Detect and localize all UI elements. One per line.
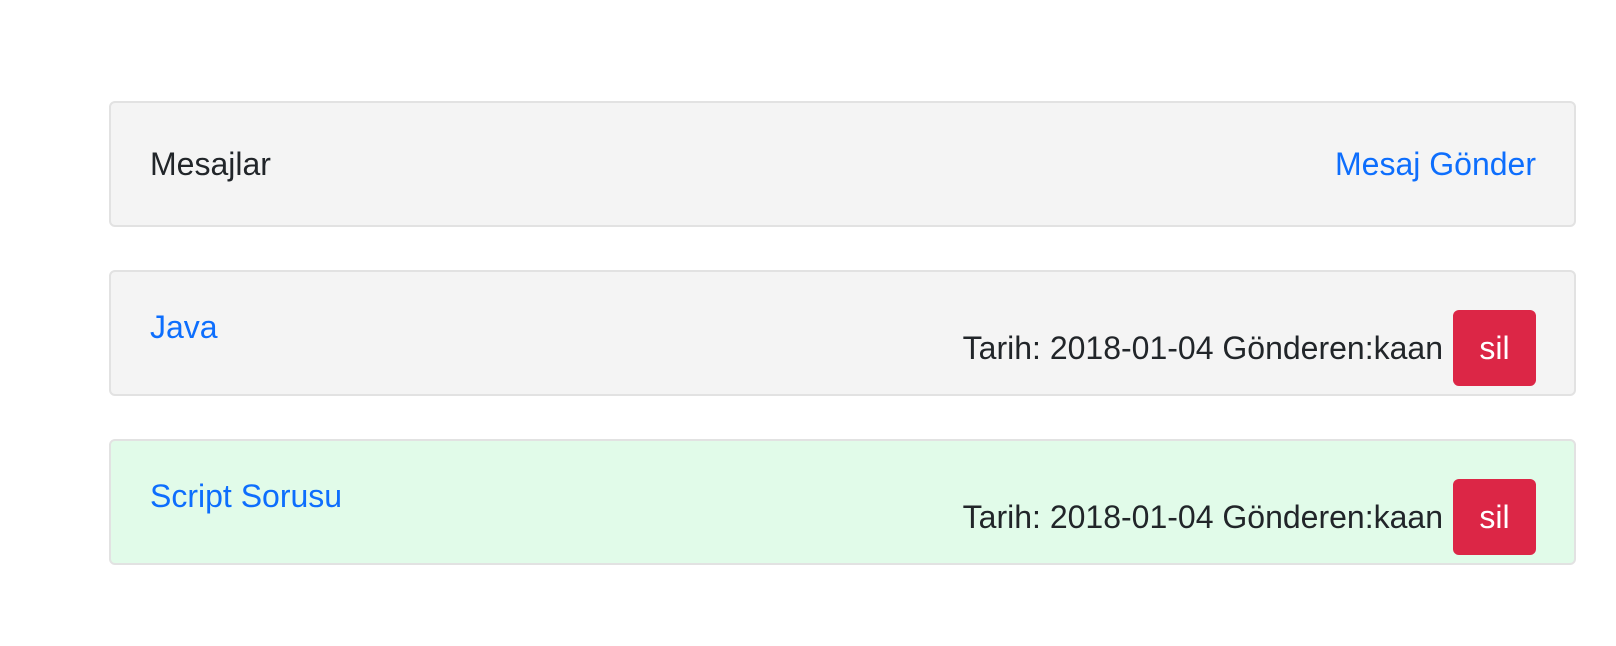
message-meta: Tarih: 2018-01-04 Gönderen:kaan sil	[963, 479, 1536, 555]
message-card-highlighted: Script Sorusu Tarih: 2018-01-04 Gönderen…	[109, 439, 1576, 565]
message-date-sender: Tarih: 2018-01-04 Gönderen:kaan	[962, 330, 1443, 366]
message-subject-link[interactable]: Java	[150, 311, 218, 343]
message-subject-link[interactable]: Script Sorusu	[150, 480, 342, 512]
messages-container: Mesajlar Mesaj Gönder Java Tarih: 2018-0…	[109, 101, 1576, 608]
delete-button[interactable]: sil	[1453, 310, 1536, 386]
message-card: Java Tarih: 2018-01-04 Gönderen:kaan sil	[109, 270, 1576, 396]
message-meta: Tarih: 2018-01-04 Gönderen:kaan sil	[963, 310, 1536, 386]
page-title: Mesajlar	[150, 146, 271, 182]
message-date-sender: Tarih: 2018-01-04 Gönderen:kaan	[962, 499, 1443, 535]
delete-button[interactable]: sil	[1453, 479, 1536, 555]
send-message-link[interactable]: Mesaj Gönder	[1335, 148, 1536, 180]
messages-header-card: Mesajlar Mesaj Gönder	[109, 101, 1576, 227]
